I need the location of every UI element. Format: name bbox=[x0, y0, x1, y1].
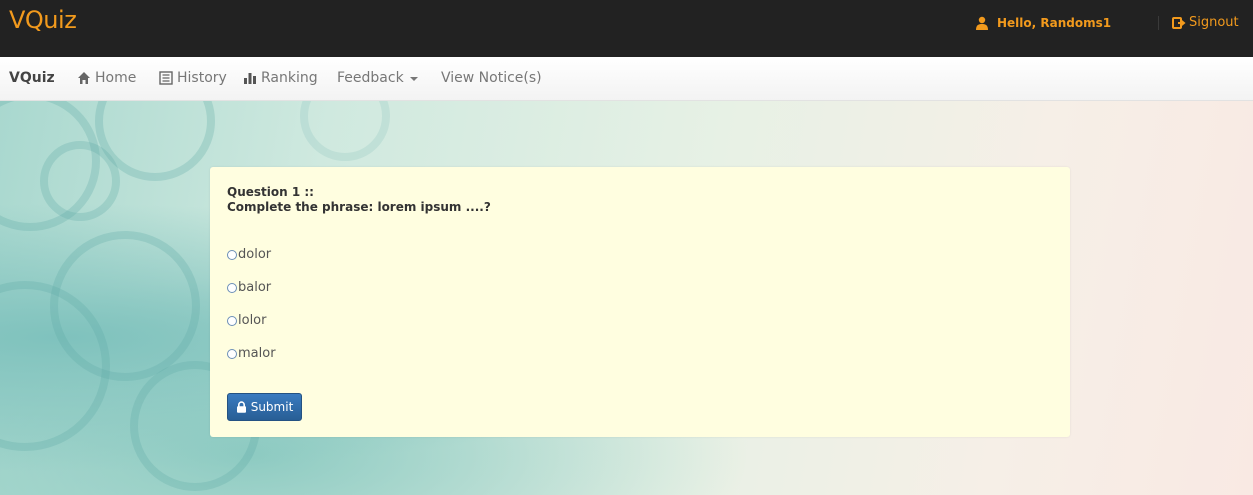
answer-option-dolor[interactable]: dolor bbox=[227, 247, 271, 262]
nav-item-feedback[interactable]: Feedback bbox=[337, 70, 418, 86]
nav-item-home[interactable]: Home bbox=[77, 70, 136, 86]
radio-button[interactable] bbox=[227, 282, 237, 293]
quiz-panel: Question 1 :: Complete the phrase: lorem… bbox=[210, 167, 1070, 437]
question-number: Question 1 :: bbox=[227, 185, 314, 199]
answer-option-balor[interactable]: balor bbox=[227, 280, 271, 295]
user-greeting[interactable]: Hello, Randoms1 bbox=[975, 16, 1111, 30]
signout-label: Signout bbox=[1189, 15, 1239, 30]
radio-button[interactable] bbox=[227, 249, 237, 260]
option-label: dolor bbox=[238, 247, 272, 262]
greeting-text: Hello, Randoms1 bbox=[997, 16, 1112, 30]
option-label: malor bbox=[238, 346, 276, 361]
option-label: balor bbox=[238, 280, 272, 295]
list-icon bbox=[159, 71, 173, 85]
main-navbar: VQuiz Home History Ranking Feedback View… bbox=[0, 57, 1253, 101]
header-divider bbox=[1158, 16, 1159, 30]
nav-item-ranking[interactable]: Ranking bbox=[243, 70, 318, 86]
nav-item-view-notices[interactable]: View Notice(s) bbox=[441, 70, 542, 86]
nav-item-label: Feedback bbox=[337, 70, 404, 86]
nav-item-label: Home bbox=[95, 70, 137, 86]
home-icon bbox=[78, 72, 90, 84]
signout-icon bbox=[1172, 16, 1186, 29]
radio-button[interactable] bbox=[227, 315, 237, 326]
nav-item-label: Ranking bbox=[261, 70, 318, 86]
app-logo[interactable]: VQuiz bbox=[9, 6, 77, 34]
nav-item-label: History bbox=[177, 70, 227, 86]
submit-button[interactable]: Submit bbox=[227, 393, 302, 421]
option-label: lolor bbox=[238, 313, 267, 328]
bar-chart-icon bbox=[244, 73, 256, 84]
swirl-decoration bbox=[300, 101, 390, 161]
signout-link[interactable]: Signout bbox=[1172, 15, 1239, 30]
question-text: Complete the phrase: lorem ipsum ....? bbox=[227, 200, 491, 214]
caret-down-icon bbox=[409, 77, 418, 81]
nav-item-label: View Notice(s) bbox=[441, 70, 542, 86]
answer-option-lolor[interactable]: lolor bbox=[227, 313, 266, 328]
nav-item-history[interactable]: History bbox=[159, 70, 227, 86]
submit-label: Submit bbox=[250, 400, 294, 414]
lock-icon bbox=[236, 401, 246, 413]
navbar-brand[interactable]: VQuiz bbox=[9, 70, 55, 86]
answer-option-malor[interactable]: malor bbox=[227, 346, 276, 361]
user-icon bbox=[976, 16, 988, 30]
top-header: VQuiz Hello, Randoms1 Signout bbox=[0, 0, 1253, 57]
radio-button[interactable] bbox=[227, 348, 237, 359]
